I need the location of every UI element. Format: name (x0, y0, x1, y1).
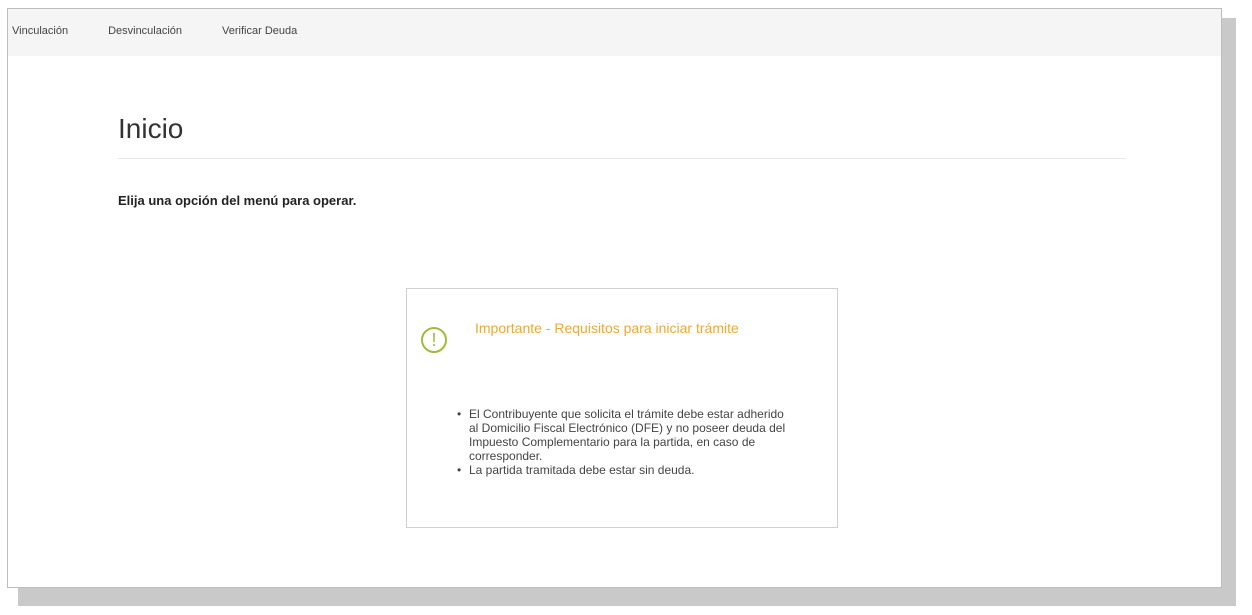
requirements-list: El Contribuyente que solicita el trámite… (457, 407, 787, 477)
top-navbar: Vinculación Desvinculación Verificar Deu… (8, 9, 1221, 56)
intro-text: Elija una opción del menú para operar. (118, 193, 357, 208)
list-item: El Contribuyente que solicita el trámite… (457, 407, 787, 463)
app-window: Vinculación Desvinculación Verificar Deu… (7, 8, 1222, 588)
nav-desvinculacion[interactable]: Desvinculación (108, 25, 182, 41)
exclamation-circle-icon: ! (421, 327, 447, 353)
requirements-notice: ! Importante - Requisitos para iniciar t… (406, 288, 838, 528)
list-item: La partida tramitada debe estar sin deud… (457, 463, 787, 477)
nav-vinculacion[interactable]: Vinculación (12, 25, 68, 41)
page-title: Inicio (118, 56, 1126, 159)
main-content: Inicio Elija una opción del menú para op… (118, 56, 1126, 208)
nav-verificar-deuda[interactable]: Verificar Deuda (222, 25, 297, 41)
notice-title: Importante - Requisitos para iniciar trá… (475, 320, 739, 336)
